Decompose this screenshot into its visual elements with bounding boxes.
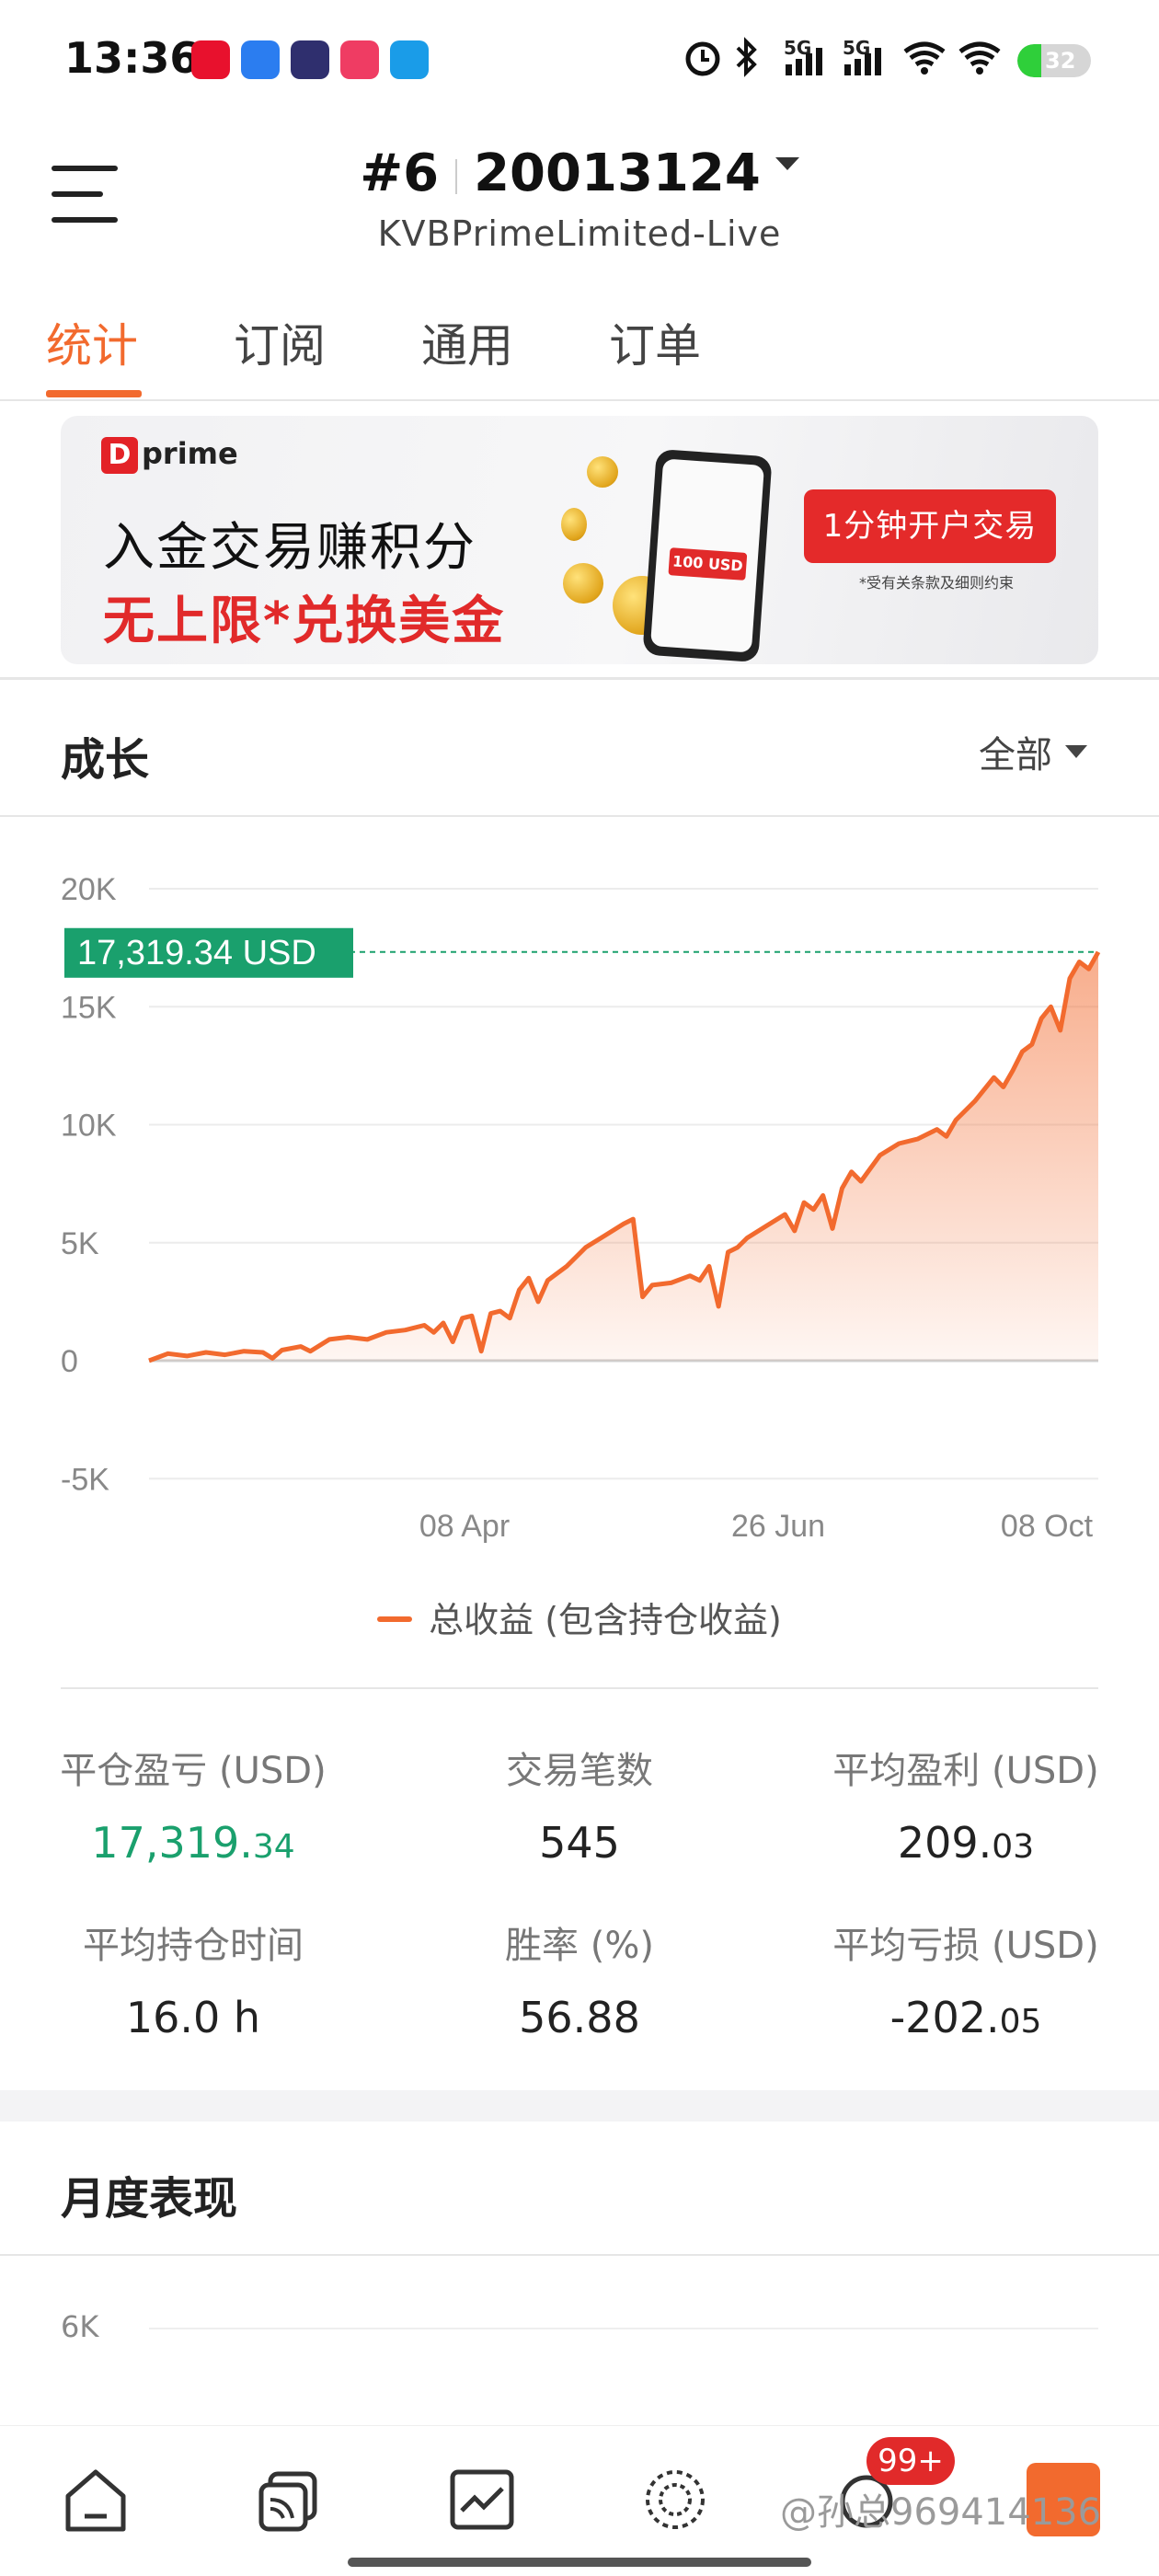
equity-area (149, 951, 1098, 1361)
account-prefix: #6 (360, 144, 440, 203)
stat-value: 56.88 (519, 1993, 640, 2042)
stat-label: 平均持仓时间 (83, 1925, 304, 1967)
prime-logo: Dprime (101, 436, 238, 474)
range-selector[interactable]: 全部 (979, 725, 1087, 778)
stat-avg-profit: 平均盈利 (USD) 209.03 (773, 1741, 1159, 1868)
ytick-label: 10K (61, 1109, 117, 1144)
stat-label: 胜率 (%) (505, 1925, 654, 1967)
phone-illustration: 100 USD (642, 448, 773, 663)
browser-icon (241, 40, 280, 79)
caret-down-icon (775, 156, 799, 170)
stat-label: 平均盈利 (USD) (832, 1750, 1099, 1792)
server-name: KVBPrimeLimited-Live (377, 213, 782, 254)
chart-legend: 总收益 (包含持仓收益) (0, 1592, 1159, 1642)
monthly-title: 月度表现 (61, 2173, 238, 2225)
home-icon[interactable] (59, 2463, 132, 2536)
section-separator (0, 2090, 1159, 2122)
chart-icon[interactable] (445, 2463, 519, 2536)
battery-level: 32 (1045, 48, 1076, 74)
monthly-ytick: 6K (61, 2309, 99, 2344)
range-label: 全部 (979, 734, 1052, 776)
battery-icon: 32 (1017, 44, 1091, 77)
phone-tag: 100 USD (668, 547, 748, 581)
alarm-icon (685, 41, 720, 76)
xtick-label: 08 Apr (419, 1509, 510, 1544)
xtick-label: 26 Jun (731, 1509, 825, 1544)
account-selector[interactable]: #6 20013124 (0, 144, 1159, 203)
tab-orders[interactable]: 订单 (609, 309, 701, 375)
stat-value: 16.0 h (125, 1993, 261, 2042)
notification-badge: 99+ (866, 2437, 955, 2485)
discover-icon[interactable] (638, 2463, 712, 2536)
douyin-icon (340, 40, 379, 79)
video-icon (291, 40, 329, 79)
xtick-label: 08 Oct (1001, 1509, 1094, 1544)
monthly-gridline (149, 2328, 1098, 2329)
coin-icon (587, 456, 618, 488)
ytick-label: 15K (61, 990, 117, 1025)
ytick-label: 0 (61, 1344, 78, 1379)
growth-chart[interactable]: 20K 15K 10K 5K 0 -5K 08 Apr 26 Jun 08 Oct 17,31… (0, 828, 1159, 1674)
tab-subscribe[interactable]: 订阅 (234, 309, 326, 375)
section-divider (0, 815, 1159, 817)
banner-headline: 入金交易赚积分 (103, 518, 476, 578)
stat-value: 17,319.34 (91, 1818, 295, 1868)
current-value-label: 17,319.34 USD (77, 934, 316, 972)
banner-note: *受有关条款及细则约束 (859, 574, 1015, 592)
banner-subheadline: 无上限*兑换美金 (103, 592, 506, 651)
tab-active-indicator (46, 390, 142, 397)
home-indicator[interactable] (348, 2558, 811, 2567)
stat-label: 平仓盈亏 (USD) (60, 1750, 327, 1792)
ytick-label: 20K (61, 872, 117, 907)
brand-name: prime (142, 436, 238, 471)
growth-title: 成长 (61, 734, 150, 786)
status-time: 13:36 (64, 33, 200, 83)
ytick-label: 5K (61, 1226, 99, 1261)
wifi-icon (958, 41, 1001, 75)
tab-bar: 统计 订阅 通用 订单 (0, 296, 1159, 401)
header: #6 20013124 KVBPrimeLimited-Live (0, 129, 1159, 276)
status-bar: 13:36 5G 5G 32 (0, 0, 1159, 120)
eleme-icon (390, 40, 429, 79)
caret-down-icon (1065, 745, 1087, 758)
coin-icon (563, 563, 603, 604)
stat-closed-pnl: 平仓盈亏 (USD) 17,319.34 (0, 1741, 386, 1868)
tmall-icon (191, 40, 230, 79)
stat-win-rate: 胜率 (%) 56.88 (386, 1915, 773, 2042)
copy-trading-icon[interactable] (252, 2463, 326, 2536)
stat-label: 交易笔数 (506, 1750, 653, 1792)
wifi-icon (903, 41, 946, 75)
bluetooth-icon (736, 37, 757, 77)
signal-icon (844, 48, 881, 75)
legend-label: 总收益 (包含持仓收益) (429, 1600, 782, 1640)
signal-icon (786, 48, 822, 75)
stat-trade-count: 交易笔数 545 (386, 1741, 773, 1868)
promo-banner[interactable]: Dprime 入金交易赚积分 无上限*兑换美金 100 USD 1分钟开户交易 … (61, 416, 1098, 664)
section-divider (0, 677, 1159, 680)
section-divider (0, 2254, 1159, 2256)
legend-swatch (377, 1616, 413, 1622)
open-account-button[interactable]: 1分钟开户交易 (804, 489, 1056, 563)
stat-value: 209.03 (897, 1818, 1035, 1868)
stat-value: 545 (539, 1818, 620, 1868)
tab-stats[interactable]: 统计 (46, 309, 138, 375)
stat-avg-hold-time: 平均持仓时间 16.0 h (0, 1915, 386, 2042)
ytick-label: -5K (61, 1462, 109, 1497)
tab-general[interactable]: 通用 (421, 309, 513, 375)
account-number: 20013124 (474, 144, 761, 203)
coin-icon (561, 508, 587, 541)
section-divider (61, 1687, 1098, 1689)
watermark: @孙总969414136 (780, 2491, 1102, 2534)
stat-value: -202.05 (889, 1993, 1042, 2042)
stat-avg-loss: 平均亏损 (USD) -202.05 (773, 1915, 1159, 2042)
stat-label: 平均亏损 (USD) (832, 1925, 1099, 1967)
